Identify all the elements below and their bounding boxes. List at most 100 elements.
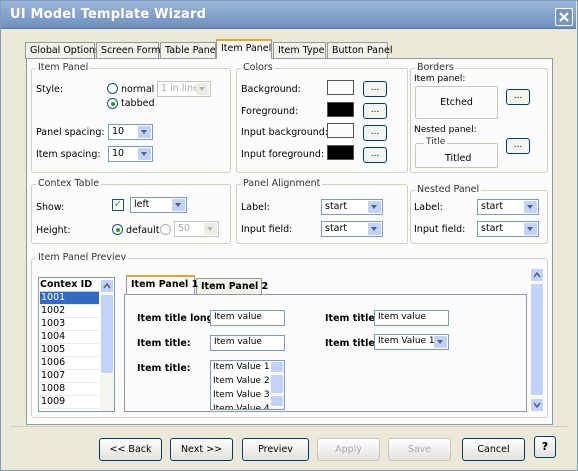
background-color-button[interactable]: ... bbox=[363, 81, 387, 97]
panel-spacing-label: Panel spacing: bbox=[36, 127, 105, 138]
tab-button-panel[interactable]: Button Panel bbox=[327, 42, 392, 59]
context-id-row[interactable]: 1005 bbox=[40, 344, 99, 357]
alignment-label-select[interactable]: start bbox=[321, 199, 383, 215]
nested-panel-border-label: Nested panel: bbox=[414, 125, 477, 135]
save-button[interactable]: Save bbox=[388, 438, 451, 461]
help-button[interactable]: ? bbox=[534, 436, 556, 458]
foreground-color-button[interactable]: ... bbox=[363, 103, 387, 119]
tab-item-panel[interactable]: Item Panel bbox=[216, 39, 272, 59]
tab-item-type[interactable]: Item Type bbox=[273, 42, 326, 59]
panel-spacing-select[interactable]: 10 bbox=[108, 124, 153, 140]
item-title-select-value: Item Value 1 bbox=[378, 336, 435, 346]
height-label: Height: bbox=[36, 225, 71, 236]
input-foreground-color-button[interactable]: ... bbox=[363, 147, 387, 163]
show-position-select[interactable]: left bbox=[130, 197, 187, 213]
tab-item-panel-2[interactable]: Item Panel 2 bbox=[196, 278, 268, 295]
context-id-scrollbar[interactable] bbox=[100, 279, 114, 411]
item-title-input-right[interactable]: Item value bbox=[374, 310, 449, 326]
height-custom-value: 50 bbox=[178, 223, 191, 234]
tab-screen-form[interactable]: Screen Form bbox=[96, 42, 161, 59]
show-label: Show: bbox=[36, 202, 65, 213]
scroll-thumb[interactable] bbox=[270, 374, 284, 394]
item-value-option[interactable]: Item Value 3 bbox=[213, 390, 270, 404]
scroll-thumb[interactable] bbox=[100, 294, 114, 374]
item-value-listbox[interactable]: Item Value 1 Item Value 2 Item Value 3 Item… bbox=[210, 360, 285, 410]
item-value-option[interactable]: Item Value 1 bbox=[213, 362, 270, 376]
nested-panel-border-button[interactable]: ... bbox=[506, 138, 530, 154]
style-tabbed-radio[interactable] bbox=[107, 98, 118, 109]
tab-table-panel[interactable]: Table Panel bbox=[160, 42, 218, 59]
item-title-long-input[interactable]: Item value bbox=[210, 310, 285, 326]
alignment-label-label: Label: bbox=[241, 202, 270, 213]
item-title-select[interactable]: Item Value 1 bbox=[374, 334, 449, 350]
alignment-input-value: start bbox=[325, 223, 348, 234]
item-title-long-label: Item title long: bbox=[137, 313, 218, 324]
scroll-up-icon[interactable] bbox=[530, 268, 544, 282]
cancel-button[interactable]: Cancel bbox=[462, 438, 525, 461]
item-title-select-label: Item title: bbox=[325, 338, 379, 349]
item-panel-border-button[interactable]: ... bbox=[506, 89, 530, 105]
foreground-swatch[interactable] bbox=[327, 102, 354, 117]
input-background-swatch[interactable] bbox=[327, 123, 354, 138]
context-id-header: Contex ID bbox=[40, 279, 99, 292]
back-button[interactable]: << Back bbox=[99, 438, 162, 461]
nested-input-value: start bbox=[481, 223, 504, 234]
scroll-up-icon[interactable] bbox=[100, 279, 114, 293]
apply-button[interactable]: Apply bbox=[317, 438, 380, 461]
nested-panel-group-title: Nested Panel bbox=[415, 184, 482, 195]
button-separator bbox=[10, 426, 568, 427]
context-id-row[interactable]: 1008 bbox=[40, 383, 99, 396]
show-position-value: left bbox=[134, 199, 150, 210]
preview-scrollbar[interactable] bbox=[530, 268, 544, 412]
nested-label-label: Label: bbox=[414, 202, 443, 213]
scroll-down-icon[interactable] bbox=[530, 398, 544, 412]
height-custom-select[interactable]: 50 bbox=[174, 221, 219, 237]
normal-layout-select-value: 1 in line bbox=[161, 83, 199, 94]
style-tabbed-label: tabbed bbox=[121, 98, 155, 109]
context-id-row[interactable]: 1002 bbox=[40, 305, 99, 318]
scroll-up-icon[interactable] bbox=[270, 361, 284, 373]
tab-item-panel-1[interactable]: Item Panel 1 bbox=[126, 275, 198, 294]
input-background-color-button[interactable]: ... bbox=[363, 125, 387, 141]
normal-layout-select[interactable]: 1 in line bbox=[157, 81, 211, 97]
background-swatch[interactable] bbox=[327, 80, 354, 95]
height-custom-radio[interactable] bbox=[160, 224, 171, 235]
nested-input-select[interactable]: start bbox=[477, 221, 539, 237]
alignment-input-select[interactable]: start bbox=[321, 221, 383, 237]
scroll-down-icon[interactable] bbox=[270, 395, 284, 407]
context-id-row[interactable]: 1001 bbox=[40, 292, 99, 305]
chevron-down-icon bbox=[196, 83, 209, 95]
item-title-input[interactable]: Item value bbox=[210, 335, 285, 351]
show-checkbox[interactable]: ✓ bbox=[112, 199, 124, 211]
nested-label-value: start bbox=[481, 201, 504, 212]
context-id-row[interactable]: 1006 bbox=[40, 357, 99, 370]
context-id-row[interactable]: 1007 bbox=[40, 370, 99, 383]
style-normal-label: normal bbox=[121, 84, 155, 95]
item-value-option[interactable]: Item Value 4 bbox=[213, 404, 270, 409]
item-title-label: Item title: bbox=[137, 338, 191, 349]
item-spacing-select[interactable]: 10 bbox=[108, 146, 153, 162]
title-bar: UI Model Template Wizard bbox=[1, 1, 576, 29]
listbox-scrollbar[interactable] bbox=[270, 361, 284, 409]
preview-button[interactable]: Previev bbox=[242, 438, 309, 461]
nested-label-select[interactable]: start bbox=[477, 199, 539, 215]
context-id-row[interactable]: 1003 bbox=[40, 318, 99, 331]
nested-input-label: Input field: bbox=[414, 224, 466, 235]
chevron-down-icon bbox=[368, 223, 381, 235]
height-default-radio[interactable] bbox=[112, 224, 123, 235]
close-icon[interactable] bbox=[555, 8, 573, 26]
scroll-thumb[interactable] bbox=[530, 283, 544, 396]
item-title-label-right: Item title: bbox=[325, 313, 379, 324]
next-button[interactable]: Next >> bbox=[170, 438, 233, 461]
style-normal-radio[interactable] bbox=[107, 83, 118, 94]
item-panel-group-title: Item Panel bbox=[36, 62, 91, 73]
context-id-rows: 1001 1002 1003 1004 1005 1006 1007 1008 1009 bbox=[40, 292, 99, 409]
context-id-row[interactable]: 1004 bbox=[40, 331, 99, 344]
item-value-rows: Item Value 1 Item Value 2 Item Value 3 Item… bbox=[213, 362, 270, 409]
context-id-row[interactable]: 1009 bbox=[40, 396, 99, 409]
colors-group-title: Colors bbox=[241, 62, 275, 73]
input-foreground-swatch[interactable] bbox=[327, 145, 354, 160]
item-value-option[interactable]: Item Value 2 bbox=[213, 376, 270, 390]
tab-global-options[interactable]: Global Options bbox=[25, 42, 100, 59]
item-spacing-value: 10 bbox=[112, 148, 125, 159]
